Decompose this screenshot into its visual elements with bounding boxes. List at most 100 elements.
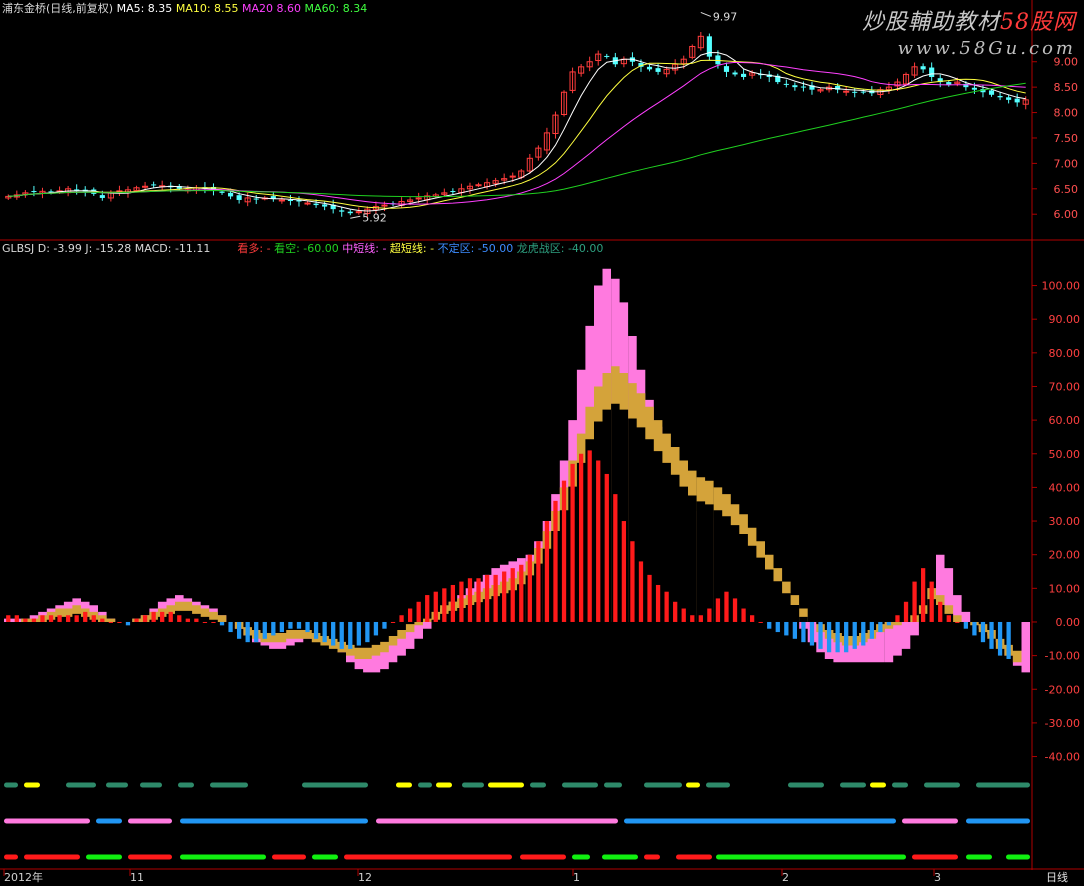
candle-body — [946, 82, 952, 85]
signal-strip-bottom — [86, 854, 122, 860]
signal-strip-top — [396, 782, 412, 788]
macd-bar — [331, 621, 336, 646]
signal-strip-bottom — [572, 854, 590, 860]
price-tick-label: 6.00 — [1054, 208, 1079, 221]
macd-bar — [938, 601, 943, 622]
watermark-brand: 58股网 — [1000, 10, 1076, 35]
macd-bar — [373, 621, 379, 636]
macd-bar — [245, 621, 250, 643]
signal-strip-top — [892, 782, 908, 788]
macd-bar — [339, 621, 344, 649]
macd-bar — [348, 621, 353, 649]
candle-body — [347, 211, 353, 214]
signal-strip-top — [24, 782, 40, 788]
macd-bar — [65, 615, 71, 622]
signal-strip-middle — [376, 818, 618, 824]
macd-bar — [356, 621, 361, 646]
candle-body — [741, 73, 747, 77]
macd-bar — [151, 611, 156, 622]
macd-bar — [869, 621, 874, 639]
macd-bar — [527, 554, 532, 622]
ma5-line — [8, 52, 1026, 212]
signal-strip-bottom — [912, 854, 958, 860]
candle-body — [31, 191, 37, 193]
signal-strip-middle — [4, 818, 90, 824]
macd-bar — [1006, 621, 1011, 659]
price-tick-label: 8.50 — [1054, 81, 1079, 94]
macd-bar — [690, 615, 695, 622]
candle-body — [313, 203, 319, 206]
signal-strip-top — [66, 782, 96, 788]
macd-bar — [596, 460, 601, 622]
signal-strip-top — [436, 782, 452, 788]
candle-body — [322, 204, 328, 207]
macd-bar — [621, 521, 627, 622]
low-marker — [350, 215, 361, 219]
stock-header: 浦东金桥(日线,前复权) MA5: 8.35 MA10: 8.55 MA20 8… — [2, 2, 367, 15]
macd-bar — [553, 500, 558, 622]
buding-readout: 不定区: -50.00 — [437, 242, 514, 255]
macd-bar — [14, 615, 19, 622]
signal-strip-top — [140, 782, 162, 788]
candle-body — [99, 195, 105, 198]
macd-bar — [48, 615, 54, 622]
candle-body — [723, 66, 730, 72]
candle-body — [988, 90, 995, 95]
macd-bar — [493, 574, 498, 622]
macd-bar — [946, 615, 951, 622]
macd-bar — [792, 621, 798, 639]
candle-body — [1006, 97, 1012, 100]
macd-bar — [134, 618, 139, 622]
candle-body — [475, 184, 482, 187]
macd-bar — [228, 621, 233, 633]
candle-body — [415, 197, 422, 200]
macd-bar — [698, 615, 703, 622]
x-label-nov: 11 — [130, 871, 144, 884]
x-label-dec: 12 — [358, 871, 372, 884]
signal-strip-top — [562, 782, 598, 788]
macd-bar — [177, 615, 182, 622]
signal-strip-top — [706, 782, 730, 788]
x-label-feb: 2 — [782, 871, 789, 884]
signal-strip-bottom — [602, 854, 638, 860]
macd-bar — [587, 450, 592, 622]
macd-bar — [365, 621, 370, 643]
macd-bar — [630, 541, 635, 622]
signal-strip-middle — [96, 818, 122, 824]
macd-bar — [142, 615, 148, 622]
macd-bar — [168, 611, 173, 622]
signal-strip-top — [210, 782, 248, 788]
ma10-readout: MA10: 8.55 — [175, 2, 239, 15]
signal-strip-bottom — [344, 854, 512, 860]
macd-bar — [476, 578, 481, 622]
macd-bar — [604, 473, 609, 622]
macd-bar — [681, 608, 686, 622]
indicator-tick-label: -10.00 — [1045, 650, 1080, 663]
macd-bar — [536, 541, 541, 622]
candle-body — [219, 191, 225, 193]
price-tick-label: 7.50 — [1054, 132, 1079, 145]
watermark-text: 炒股輔助教材 — [861, 10, 1000, 35]
macd-bar — [271, 621, 276, 636]
macd-bar — [313, 621, 319, 639]
candle-body — [509, 175, 516, 178]
candle-body — [860, 91, 866, 93]
macd-bar — [467, 578, 473, 622]
macd-bar — [399, 615, 404, 622]
stock-chart[interactable]: 9.008.508.007.507.006.506.009.975.92100.… — [0, 0, 1084, 886]
macd-bar — [886, 621, 892, 626]
macd-bar — [578, 453, 584, 622]
candle-body — [355, 211, 362, 214]
macd-bar — [296, 621, 302, 629]
macd-bar — [801, 621, 806, 643]
period-tab[interactable]: 日线 — [1046, 871, 1068, 884]
signal-strip-top — [4, 782, 18, 788]
macd-bar — [31, 618, 37, 622]
ma60-readout: MA60: 8.34 — [304, 2, 368, 15]
macd-bar — [784, 621, 789, 636]
macd-bar — [519, 564, 524, 622]
indicator-tick-label: 90.00 — [1049, 313, 1081, 326]
signal-strip-bottom — [644, 854, 660, 860]
signal-strip-bottom — [4, 854, 18, 860]
macd-bar — [647, 574, 652, 622]
